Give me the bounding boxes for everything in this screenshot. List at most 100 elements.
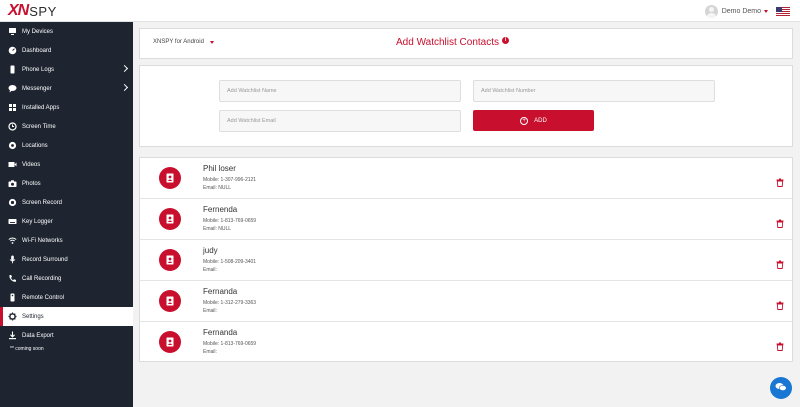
trash-icon[interactable] — [776, 297, 784, 310]
contact-mobile: Mobile: 1-508-209-3401 — [203, 259, 257, 265]
page-title-text: Add Watchlist Contacts — [396, 37, 500, 48]
sidebar-item-dashboard[interactable]: Dashboard — [0, 41, 133, 60]
list-item: Fernenda Mobile: 1-813-769-0659 Email: N… — [140, 199, 792, 240]
clock-icon — [8, 122, 17, 131]
contact-icon — [159, 167, 181, 189]
list-item: Phil loser Mobile: 1-307-996-2121 Email:… — [140, 158, 792, 199]
record-icon — [8, 198, 17, 207]
wifi-icon — [8, 236, 17, 245]
sidebar: My Devices Dashboard Phone Logs Messenge… — [0, 22, 133, 407]
contact-mobile: Mobile: 1-307-996-2121 — [203, 177, 257, 183]
logo-text: SPY — [29, 3, 57, 19]
sidebar-item-wifi-networks[interactable]: Wi-Fi Networks — [0, 231, 133, 250]
contact-mobile: Mobile: 1-813-769-0659 — [203, 341, 257, 347]
chevron-down-icon — [764, 9, 768, 13]
gear-icon — [8, 312, 17, 321]
plus-icon: + — [520, 116, 529, 125]
sidebar-item-remote-control[interactable]: Remote Control — [0, 288, 133, 307]
sidebar-item-screen-time[interactable]: Screen Time — [0, 117, 133, 136]
contact-name: judy — [203, 246, 218, 255]
contact-name: Fernanda — [203, 328, 238, 337]
user-menu[interactable]: Demo Demo — [704, 3, 790, 19]
add-button-label: ADD — [534, 117, 547, 124]
sidebar-item-label: Screen Time — [22, 123, 56, 130]
platform-selector[interactable]: XNSPY for Android — [153, 39, 214, 45]
watchlist-number-input[interactable] — [473, 80, 715, 102]
sidebar-item-screen-record[interactable]: Screen Record — [0, 193, 133, 212]
contact-mobile: Mobile: 1-312-279-3363 — [203, 300, 257, 306]
sidebar-item-call-recording[interactable]: Call Recording — [0, 269, 133, 288]
messenger-icon — [8, 84, 17, 93]
sidebar-item-phone-logs[interactable]: Phone Logs — [0, 60, 133, 79]
trash-icon[interactable] — [776, 215, 784, 228]
chevron-right-icon — [120, 83, 129, 92]
us-flag-icon[interactable] — [776, 6, 790, 16]
sidebar-item-label: Photos — [22, 180, 41, 187]
dashboard-icon — [8, 46, 17, 55]
sidebar-item-label: Phone Logs — [22, 66, 55, 73]
sidebar-item-label: Settings — [22, 313, 44, 320]
sidebar-item-my-devices[interactable]: My Devices — [0, 22, 133, 41]
keyboard-icon — [8, 217, 17, 226]
coming-soon-note: ** coming soon — [10, 346, 44, 352]
trash-icon[interactable] — [776, 338, 784, 351]
logo-mark: XN — [8, 2, 29, 19]
device-icon — [8, 27, 17, 36]
phone-icon — [8, 65, 17, 74]
add-button[interactable]: + ADD — [473, 110, 594, 131]
sidebar-item-record-surround[interactable]: Record Surround — [0, 250, 133, 269]
contact-email: Email: — [203, 349, 217, 355]
sidebar-item-key-logger[interactable]: Key Logger — [0, 212, 133, 231]
sidebar-item-label: Dashboard — [22, 47, 52, 54]
contact-email: Email: — [203, 308, 217, 314]
sidebar-item-label: Record Surround — [22, 256, 68, 263]
sidebar-item-label: Screen Record — [22, 199, 63, 206]
chevron-down-icon — [209, 40, 214, 44]
watchlist-email-input[interactable] — [219, 110, 461, 132]
apps-icon — [8, 103, 17, 112]
list-item: Fernanda Mobile: 1-312-279-3363 Email: — [140, 281, 792, 322]
contact-mobile: Mobile: 1-813-769-0659 — [203, 218, 257, 224]
remote-icon — [8, 293, 17, 302]
contact-icon — [159, 290, 181, 312]
contact-name: Phil loser — [203, 164, 236, 173]
watchlist-name-input[interactable] — [219, 80, 461, 102]
trash-icon[interactable] — [776, 174, 784, 187]
page-header-card: XNSPY for Android Add Watchlist Contacts… — [139, 28, 793, 59]
sidebar-item-data-export[interactable]: Data Export — [0, 326, 133, 345]
add-watchlist-form: + ADD — [139, 65, 793, 147]
chat-icon — [775, 379, 787, 397]
contact-name: Fernenda — [203, 205, 238, 214]
sidebar-item-messenger[interactable]: Messenger — [0, 79, 133, 98]
xnspy-logo[interactable]: XN SPY — [8, 2, 57, 20]
sidebar-item-label: Call Recording — [22, 275, 62, 282]
location-icon — [8, 141, 17, 150]
phone-icon — [8, 274, 17, 283]
trash-icon[interactable] — [776, 256, 784, 269]
contact-icon — [159, 331, 181, 353]
sidebar-item-label: Remote Control — [22, 294, 65, 301]
sidebar-item-label: Locations — [22, 142, 48, 149]
sidebar-item-label: Data Export — [22, 332, 54, 339]
sidebar-item-locations[interactable]: Locations — [0, 136, 133, 155]
sidebar-item-photos[interactable]: Photos — [0, 174, 133, 193]
info-icon[interactable]: i — [502, 36, 510, 44]
sidebar-item-label: Installed Apps — [22, 104, 60, 111]
sidebar-item-videos[interactable]: Videos — [0, 155, 133, 174]
sidebar-item-label: Key Logger — [22, 218, 53, 225]
sidebar-item-label: Videos — [22, 161, 41, 168]
video-icon — [8, 160, 17, 169]
camera-icon — [8, 179, 17, 188]
contact-email: Email: NULL — [203, 185, 232, 191]
sidebar-item-settings[interactable]: Settings — [0, 307, 133, 326]
top-bar: XN SPY Demo Demo — [0, 0, 800, 22]
sidebar-item-installed-apps[interactable]: Installed Apps — [0, 98, 133, 117]
user-name: Demo Demo — [721, 7, 761, 15]
chat-widget-button[interactable] — [770, 377, 792, 399]
download-icon — [8, 331, 17, 340]
contact-name: Fernanda — [203, 287, 238, 296]
user-avatar-icon — [704, 4, 718, 18]
list-item: judy Mobile: 1-508-209-3401 Email: — [140, 240, 792, 281]
contact-icon — [159, 208, 181, 230]
sidebar-item-label: Wi-Fi Networks — [22, 237, 63, 244]
